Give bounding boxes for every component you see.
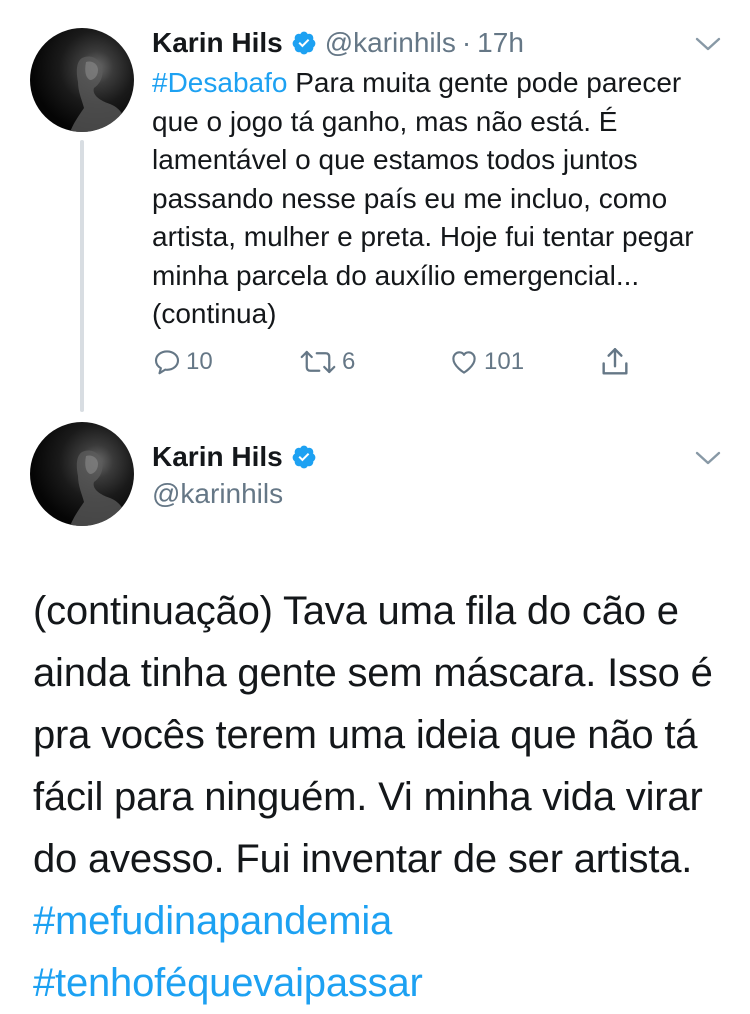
verified-badge-icon: [292, 445, 316, 469]
thread-connector-line: [80, 140, 84, 412]
tweet-header: Karin Hils @karinhils · 17h: [152, 26, 524, 60]
like-button[interactable]: 101: [448, 344, 524, 380]
avatar[interactable]: [30, 422, 134, 526]
author-handle[interactable]: @karinhils: [152, 477, 283, 511]
tweet-text: #Desabafo Para muita gente pode parecer …: [152, 64, 732, 334]
tweet-text: (continuação) Tava uma fila do cão e ain…: [33, 580, 733, 1014]
retweet-button[interactable]: 6: [298, 344, 355, 380]
tweet-body: (continuação) Tava uma fila do cão e ain…: [33, 589, 713, 881]
retweet-icon: [300, 350, 336, 374]
reply-count: 10: [186, 348, 213, 375]
tweet-header: Karin Hils: [152, 440, 325, 474]
separator-dot: ·: [461, 27, 472, 58]
reply-button[interactable]: 10: [152, 344, 213, 380]
tweet-body: Para muita gente pode parecer que o jogo…: [152, 67, 694, 329]
verified-badge-icon: [292, 31, 316, 55]
retweet-count: 6: [342, 348, 356, 375]
author-name[interactable]: Karin Hils: [152, 440, 283, 474]
author-name[interactable]: Karin Hils: [152, 26, 283, 60]
hashtag-link[interactable]: #tenhoféquevaipassar: [33, 961, 423, 1005]
like-count: 101: [484, 348, 525, 375]
hashtag-link[interactable]: #Desabafo: [152, 67, 287, 98]
heart-icon: [452, 351, 476, 374]
hashtag-link[interactable]: #mefudinapandemia: [33, 899, 392, 943]
share-icon: [602, 348, 628, 375]
avatar-silhouette-icon: [70, 56, 128, 132]
reply-icon: [154, 350, 180, 375]
avatar-silhouette-icon: [70, 450, 128, 526]
avatar[interactable]: [30, 28, 134, 132]
chevron-down-icon[interactable]: [695, 450, 721, 466]
author-handle[interactable]: @karinhils: [325, 26, 456, 60]
share-button[interactable]: [598, 344, 632, 380]
timestamp[interactable]: 17h: [477, 26, 524, 60]
chevron-down-icon[interactable]: [695, 36, 721, 52]
